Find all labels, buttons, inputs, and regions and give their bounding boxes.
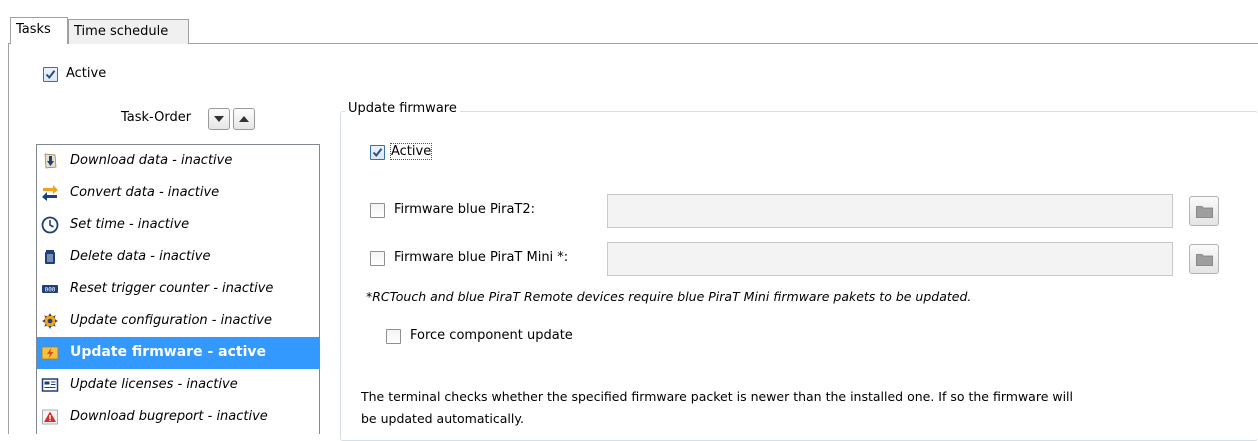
triangle-down-icon [214,116,224,122]
folder-icon [1196,254,1213,266]
move-down-button[interactable] [208,108,230,130]
move-up-button[interactable] [233,108,255,130]
firmware-pirat2-checkbox[interactable] [370,203,385,218]
browse-pirat2-button[interactable] [1189,196,1219,226]
task-label: Reset trigger counter - inactive [70,281,274,296]
task-label: Update configuration - inactive [70,313,272,328]
task-label: Download bugreport - inactive [70,409,268,424]
counter-icon: 000 [42,285,58,294]
task-label: Convert data - inactive [70,185,220,200]
license-icon [41,378,59,392]
browse-pirat-mini-button[interactable] [1189,244,1219,274]
tab-time-schedule[interactable]: Time schedule [68,19,189,44]
task-item-download-bugreport[interactable]: Download bugreport - inactive [37,401,319,433]
task-item-delete-data[interactable]: Delete data - inactive [37,241,319,273]
task-item-reset-trigger-counter[interactable]: 000 Reset trigger counter - inactive [37,273,319,305]
firmware-pirat-mini-checkbox[interactable] [370,251,385,266]
task-label: Update firmware - active [70,344,266,360]
active-label: Active [66,66,107,81]
gear-icon [42,313,58,329]
svg-text:000: 000 [45,287,56,294]
firmware-description-line1: The terminal checks whether the specifie… [361,389,1073,404]
task-item-update-licenses[interactable]: Update licenses - inactive [37,369,319,401]
force-component-update-checkbox[interactable] [386,329,401,344]
firmware-footnote: *RCTouch and blue PiraT Remote devices r… [366,289,972,304]
firmware-pirat-mini-label: Firmware blue PiraT Mini *: [394,250,569,265]
update-firmware-title: Update firmware [345,101,460,116]
tab-time-schedule-label: Time schedule [74,24,169,39]
download-arrow-icon [44,153,57,169]
force-component-update-label: Force component update [410,328,573,343]
firmware-pirat-mini-path-field[interactable] [607,242,1173,276]
active-checkbox[interactable] [43,67,58,82]
firmware-description-line2: be updated automatically. [361,411,524,426]
task-label: Delete data - inactive [70,249,211,264]
checkmark-icon [45,70,56,80]
firmware-pirat2-label: Firmware blue PiraT2: [394,202,536,217]
task-item-update-configuration[interactable]: Update configuration - inactive [37,305,319,337]
tab-tasks[interactable]: Tasks [10,17,68,44]
convert-arrows-icon [42,185,58,201]
task-item-update-firmware[interactable]: Update firmware - active [37,337,319,369]
task-item-convert-data[interactable]: Convert data - inactive [37,177,319,209]
task-item-download-data[interactable]: Download data - inactive [37,145,319,177]
firmware-active-label: Active [389,143,433,160]
task-order-label: Task-Order [121,110,192,125]
task-label: Set time - inactive [70,217,190,232]
firmware-icon [41,346,59,360]
trash-icon [45,250,55,264]
checkmark-icon [372,148,383,158]
firmware-active-checkbox[interactable] [370,145,385,160]
tab-tasks-label: Tasks [16,22,51,37]
task-item-set-time[interactable]: Set time - inactive [37,209,319,241]
folder-icon [1196,206,1213,218]
triangle-up-icon [239,116,249,122]
task-label: Update licenses - inactive [70,377,238,392]
task-label: Download data - inactive [70,153,233,168]
task-list[interactable]: Download data - inactive Convert data - … [36,144,320,434]
clock-icon [41,216,59,234]
firmware-pirat2-path-field[interactable] [607,194,1173,228]
bugreport-icon [42,409,58,425]
